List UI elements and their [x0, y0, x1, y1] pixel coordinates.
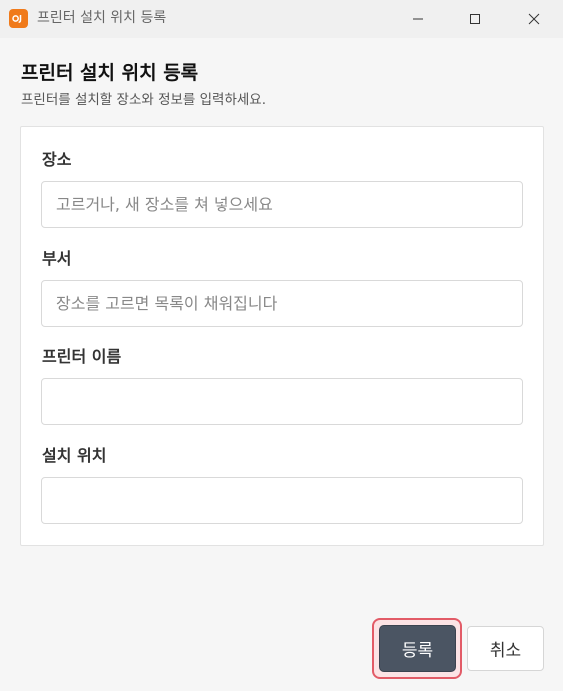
location-input[interactable]: [41, 181, 523, 228]
location-label: 장소: [42, 150, 72, 169]
minimize-icon: [413, 18, 423, 20]
page-subtitle: 프린터를 설치할 장소와 정보를 입력하세요.: [21, 92, 267, 108]
window-title: 프린터 설치 위치 등록: [37, 10, 167, 26]
maximize-icon: [470, 14, 480, 24]
app-icon: [9, 9, 28, 28]
form-card: 장소 부서 프린터 이름 설치 위치: [20, 126, 544, 546]
printer-name-label: 프린터 이름: [42, 347, 122, 366]
maximize-button[interactable]: [446, 0, 504, 38]
app-window: 프린터 설치 위치 등록 프린터 설치 위치 등록 프린터를 설치할 장소와 정…: [0, 0, 563, 691]
printer-name-input[interactable]: [41, 378, 523, 425]
cancel-button[interactable]: 취소: [467, 626, 544, 671]
close-icon: [528, 13, 540, 25]
title-bar: 프린터 설치 위치 등록: [0, 0, 563, 38]
department-label: 부서: [42, 249, 72, 268]
department-input[interactable]: [41, 280, 523, 327]
close-button[interactable]: [505, 0, 563, 38]
install-location-input[interactable]: [41, 477, 523, 524]
install-location-label: 설치 위치: [42, 446, 107, 465]
page-title: 프린터 설치 위치 등록: [21, 62, 199, 84]
minimize-button[interactable]: [389, 0, 447, 38]
register-button[interactable]: 등록: [379, 625, 456, 672]
